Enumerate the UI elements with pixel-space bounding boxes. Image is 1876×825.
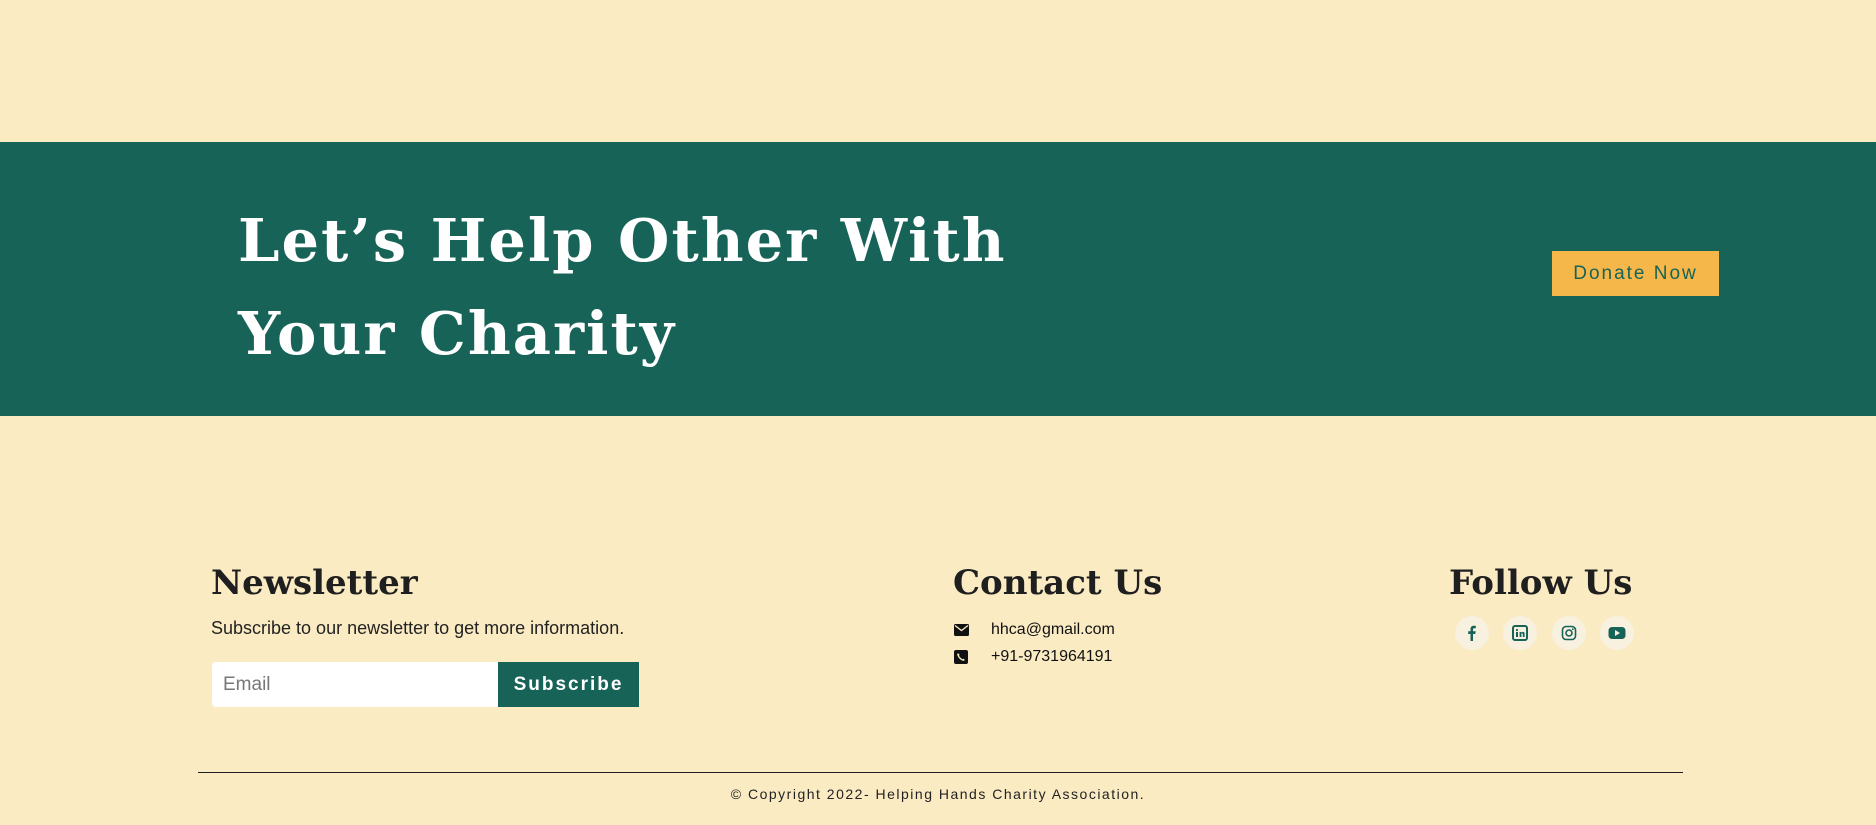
cta-title: Let’s Help Other With Your Charity: [238, 206, 1007, 368]
cta-banner: Let’s Help Other With Your Charity Donat…: [0, 142, 1876, 416]
footer-divider: [198, 772, 1683, 773]
copyright-text: © Copyright 2022- Helping Hands Charity …: [730, 786, 1146, 802]
facebook-icon[interactable]: [1455, 616, 1489, 650]
contact-phone: +91-9731964191: [991, 648, 1113, 665]
newsletter-description: Subscribe to our newsletter to get more …: [211, 618, 625, 638]
newsletter-heading: Newsletter: [211, 563, 418, 603]
contact-email-row[interactable]: hhca@gmail.com: [953, 621, 1115, 639]
envelope-icon: [953, 622, 969, 638]
linkedin-icon[interactable]: [1503, 616, 1537, 650]
follow-heading: Follow Us: [1449, 563, 1633, 603]
contact-heading: Contact Us: [953, 563, 1163, 603]
donate-now-button[interactable]: Donate Now: [1552, 251, 1719, 296]
contact-email: hhca@gmail.com: [991, 621, 1115, 638]
contact-phone-row[interactable]: +91-9731964191: [953, 648, 1112, 666]
youtube-icon[interactable]: [1600, 616, 1634, 650]
instagram-icon[interactable]: [1552, 616, 1586, 650]
subscribe-button[interactable]: Subscribe: [498, 662, 639, 707]
page: Let’s Help Other With Your Charity Donat…: [0, 0, 1876, 825]
phone-square-icon: [953, 649, 969, 665]
email-input[interactable]: [212, 662, 498, 707]
